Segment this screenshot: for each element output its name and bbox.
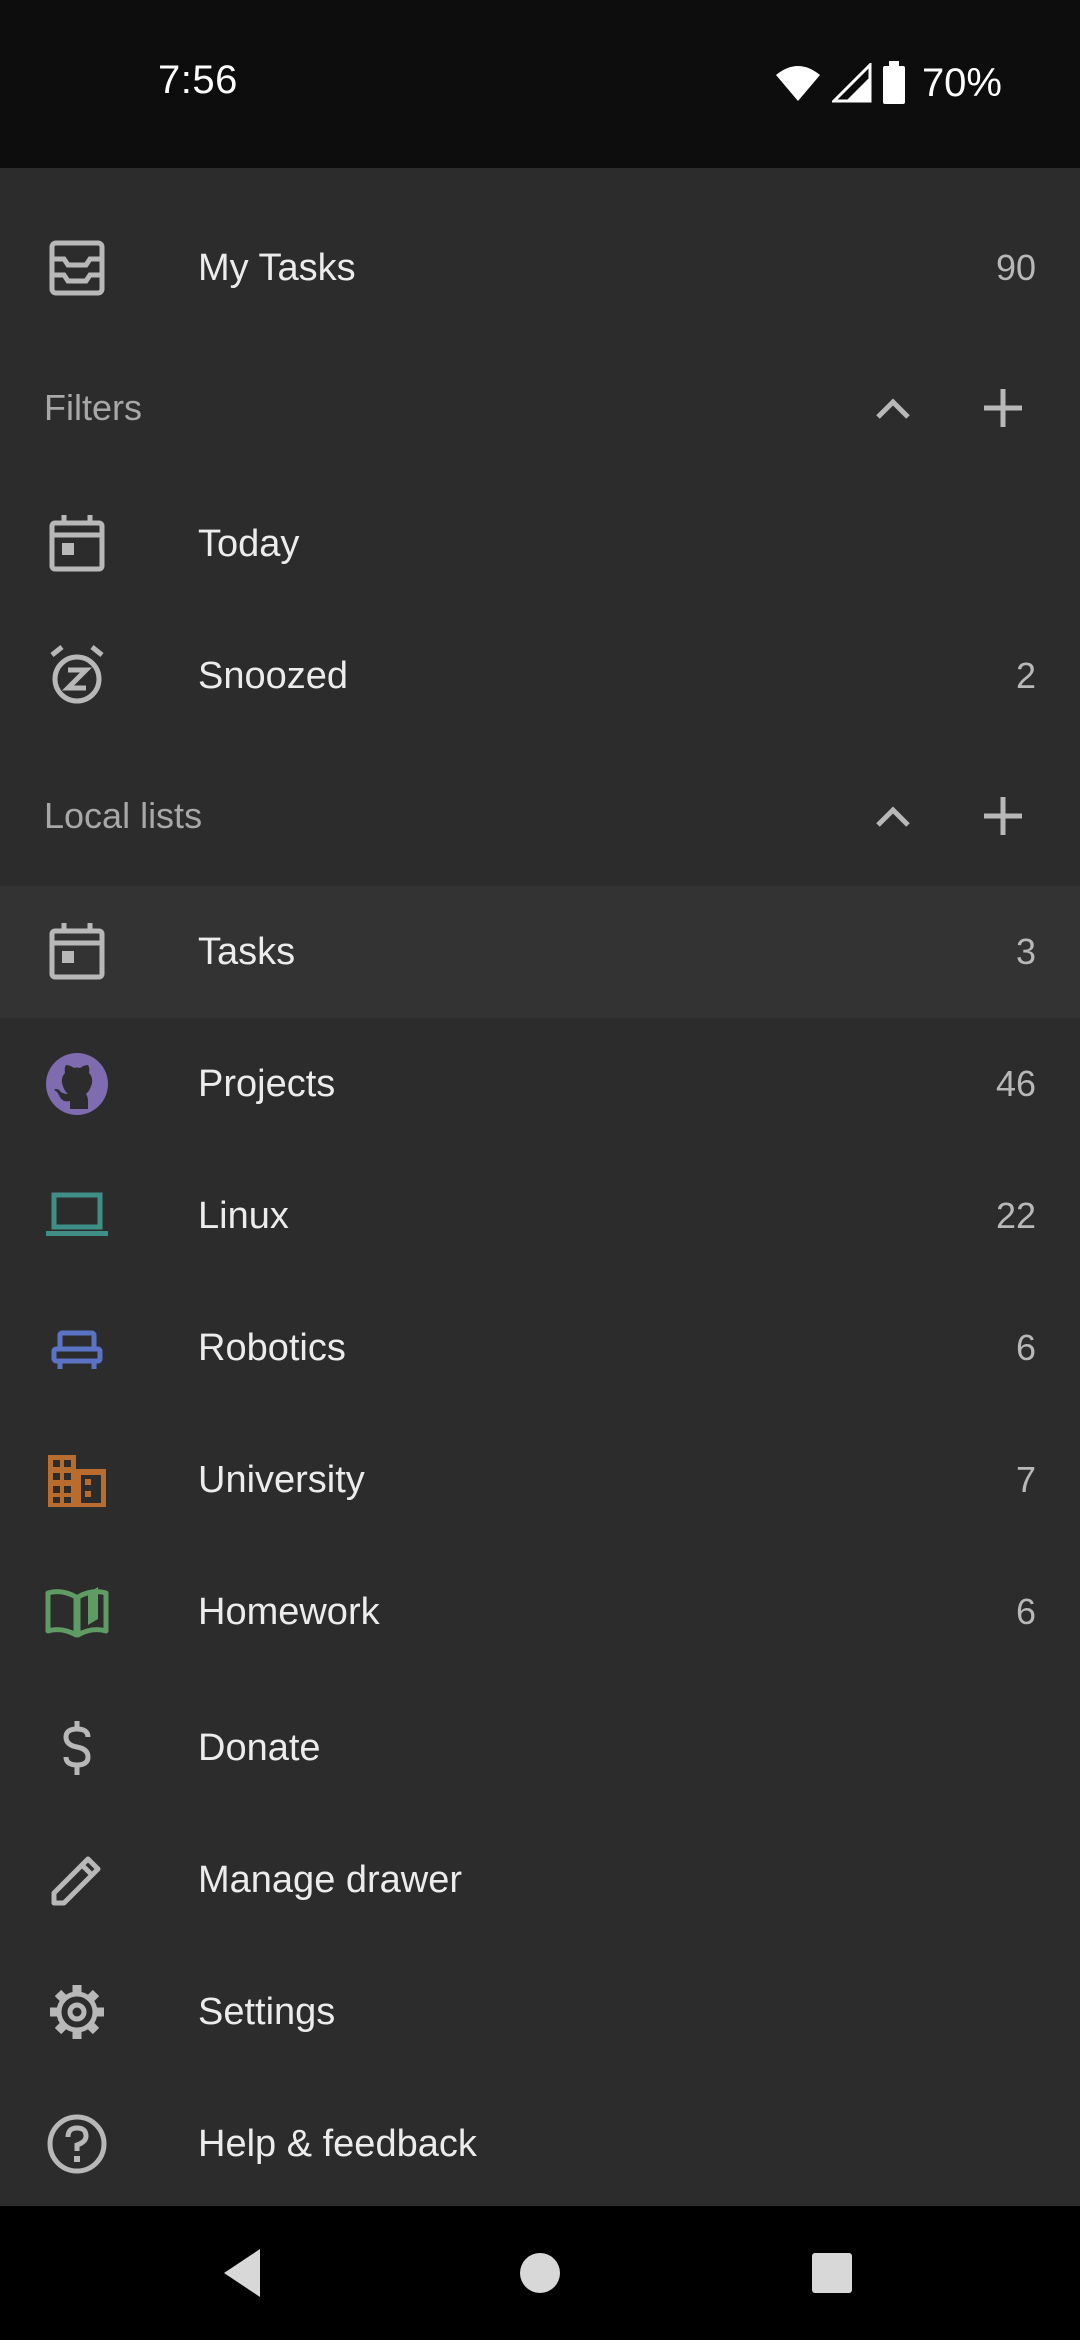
back-button[interactable]	[212, 2241, 276, 2305]
drawer-item-homework[interactable]: Homework 6	[0, 1546, 1080, 1678]
status-bar: 7:56 70%	[0, 0, 1080, 168]
wifi-icon	[774, 63, 822, 103]
snooze-alarm-icon	[44, 643, 110, 709]
navigation-drawer: My Tasks 90 Filters Today Snoozed 2 Loca…	[0, 168, 1080, 2206]
drawer-item-label: Manage drawer	[198, 1859, 463, 1901]
recents-button[interactable]	[800, 2241, 864, 2305]
add-filter-button[interactable]	[970, 375, 1036, 441]
drawer-item-robotics[interactable]: Robotics 6	[0, 1282, 1080, 1414]
filters-section-header: Filters	[0, 338, 1080, 478]
battery-icon	[882, 61, 906, 105]
drawer-item-count: 6	[1015, 1591, 1036, 1632]
dollar-icon	[44, 1715, 110, 1781]
laptop-icon	[44, 1183, 110, 1249]
drawer-item-label: Donate	[198, 1727, 321, 1769]
drawer-item-my-tasks[interactable]: My Tasks 90	[0, 202, 1080, 334]
drawer-item-donate[interactable]: Donate	[0, 1682, 1080, 1814]
drawer-item-count: 46	[995, 1063, 1036, 1104]
drawer-item-label: Tasks	[198, 931, 296, 973]
drawer-item-linux[interactable]: Linux 22	[0, 1150, 1080, 1282]
battery-percentage: 70%	[921, 60, 1002, 105]
plus-icon	[984, 797, 1022, 835]
chevron-up-icon	[876, 806, 910, 827]
drawer-item-projects[interactable]: Projects 46	[0, 1018, 1080, 1150]
drawer-item-label: Linux	[198, 1195, 289, 1237]
drawer-item-label: Projects	[198, 1063, 336, 1105]
status-icons: 70%	[774, 58, 1002, 108]
drawer-item-count: 7	[1015, 1459, 1036, 1500]
drawer-item-settings[interactable]: Settings	[0, 1946, 1080, 2078]
drawer-item-help-feedback[interactable]: Help & feedback	[0, 2078, 1080, 2210]
home-circle-icon	[520, 2253, 560, 2293]
system-navigation-bar	[0, 2206, 1080, 2340]
plus-icon	[984, 389, 1022, 427]
back-triangle-icon	[224, 2249, 260, 2297]
local-lists-section-header: Local lists	[0, 746, 1080, 886]
building-icon	[44, 1447, 110, 1513]
collapse-local-lists-button[interactable]	[860, 783, 926, 849]
pencil-icon	[44, 1847, 110, 1913]
open-book-icon	[44, 1579, 110, 1645]
drawer-item-manage-drawer[interactable]: Manage drawer	[0, 1814, 1080, 1946]
drawer-item-label: Homework	[198, 1591, 380, 1633]
drawer-item-university[interactable]: University 7	[0, 1414, 1080, 1546]
drawer-item-count: 22	[995, 1195, 1036, 1236]
recents-square-icon	[812, 2253, 852, 2293]
robot-icon	[44, 1315, 110, 1381]
drawer-item-count: 2	[1015, 655, 1036, 696]
add-list-button[interactable]	[970, 783, 1036, 849]
drawer-item-label: My Tasks	[198, 247, 356, 289]
drawer-item-label: Robotics	[198, 1327, 346, 1369]
app-root: 7:56 70% My Tasks 90 Filters Today Snooz…	[0, 0, 1080, 2340]
drawer-item-snoozed[interactable]: Snoozed 2	[0, 610, 1080, 742]
drawer-item-count: 90	[995, 247, 1036, 288]
section-title: Local lists	[44, 795, 203, 836]
drawer-item-tasks[interactable]: Tasks 3	[0, 886, 1080, 1018]
drawer-item-count: 6	[1015, 1327, 1036, 1368]
calendar-today-icon	[44, 919, 110, 985]
github-icon	[44, 1051, 110, 1117]
cell-signal-icon	[831, 63, 872, 103]
drawer-item-label: Snoozed	[198, 655, 349, 697]
calendar-today-icon	[44, 511, 110, 577]
inbox-icon	[44, 235, 110, 301]
status-time: 7:56	[158, 58, 238, 102]
home-button[interactable]	[508, 2241, 572, 2305]
drawer-item-label: University	[198, 1459, 365, 1501]
drawer-item-label: Help & feedback	[198, 2123, 477, 2165]
chevron-up-icon	[876, 398, 910, 419]
drawer-item-count: 3	[1015, 931, 1036, 972]
gear-icon	[44, 1979, 110, 2045]
drawer-item-label: Today	[198, 523, 300, 565]
section-title: Filters	[44, 387, 142, 428]
drawer-item-today[interactable]: Today	[0, 478, 1080, 610]
help-icon	[44, 2111, 110, 2177]
drawer-item-label: Settings	[198, 1991, 336, 2033]
collapse-filters-button[interactable]	[860, 375, 926, 441]
